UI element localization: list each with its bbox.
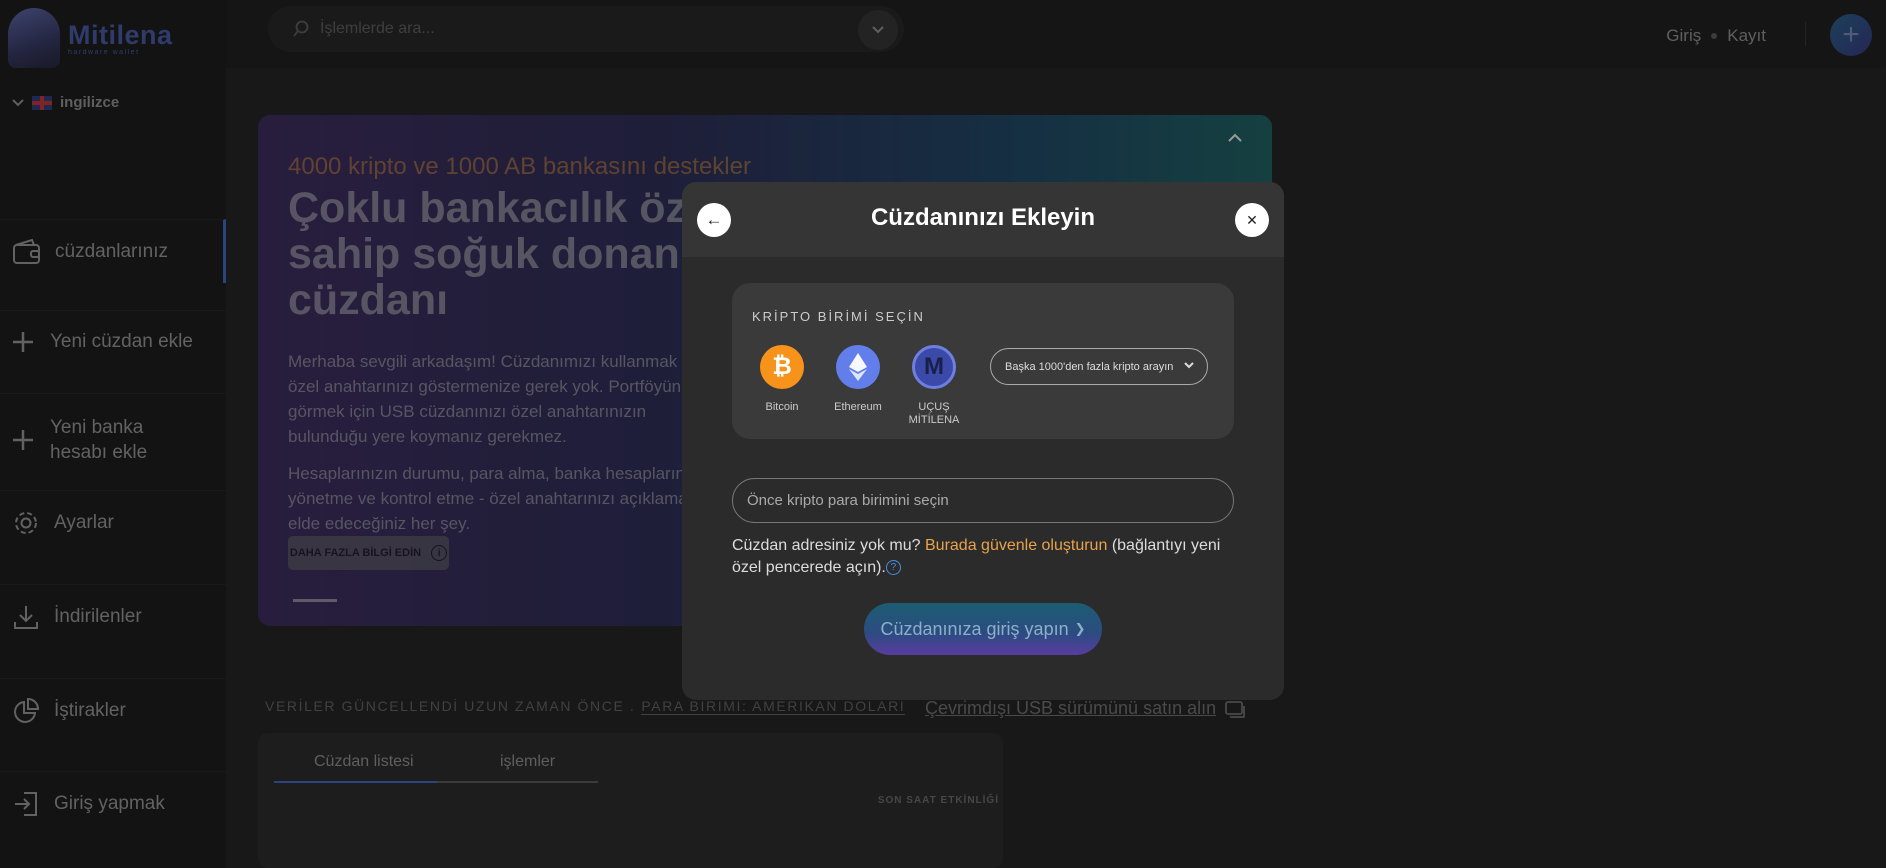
create-wallet-link[interactable]: Burada güvenle oluşturun	[925, 537, 1107, 554]
close-button[interactable]: ✕	[1235, 203, 1269, 237]
wallet-login-label: Cüzdanınıza giriş yapın	[880, 618, 1069, 639]
add-wallet-modal: ← Cüzdanınızı Ekleyin ✕ KRİPTO BİRİMİ SE…	[682, 182, 1284, 700]
chevron-right-icon: ❯	[1074, 621, 1086, 636]
crypto-select-placeholder: Başka 1000'den fazla kripto arayın	[1005, 360, 1174, 373]
close-icon: ✕	[1246, 211, 1258, 228]
coin-ethereum[interactable]: Ethereum	[823, 345, 893, 413]
modal-title: Cüzdanınızı Ekleyin	[870, 204, 1096, 231]
wallet-login-button[interactable]: Cüzdanınıza giriş yapın ❯	[864, 603, 1102, 655]
help-icon[interactable]: ?	[885, 560, 901, 576]
coin-label: Bitcoin	[765, 401, 799, 413]
chevron-down-icon	[1184, 362, 1194, 369]
coin-bitcoin[interactable]: ₿ Bitcoin	[747, 345, 817, 413]
crypto-selection-box: KRİPTO BİRİMİ SEÇİN ₿ Bitcoin Ethereum M…	[732, 283, 1234, 439]
coin-mitilena[interactable]: M UÇUŞ MİTİLENA	[899, 345, 969, 427]
crypto-label: KRİPTO BİRİMİ SEÇİN	[752, 309, 925, 324]
mitilena-icon: M	[912, 345, 956, 389]
note-text: Cüzdan adresiniz yok mu?	[732, 537, 921, 554]
wallet-address-input[interactable]: Önce kripto para birimini seçin	[732, 478, 1234, 523]
bitcoin-icon: ₿	[760, 345, 804, 389]
ethereum-icon	[836, 345, 880, 389]
address-placeholder: Önce kripto para birimini seçin	[747, 492, 949, 509]
create-wallet-note: Cüzdan adresiniz yok mu? Burada güvenle …	[732, 535, 1242, 579]
coin-label: Ethereum	[834, 401, 882, 413]
coin-label: UÇUŞ MİTİLENA	[908, 401, 960, 426]
app-root: Mitilena hardware wallet ingilizce cüzda…	[0, 0, 1886, 868]
crypto-search-select[interactable]: Başka 1000'den fazla kripto arayın	[990, 348, 1208, 385]
